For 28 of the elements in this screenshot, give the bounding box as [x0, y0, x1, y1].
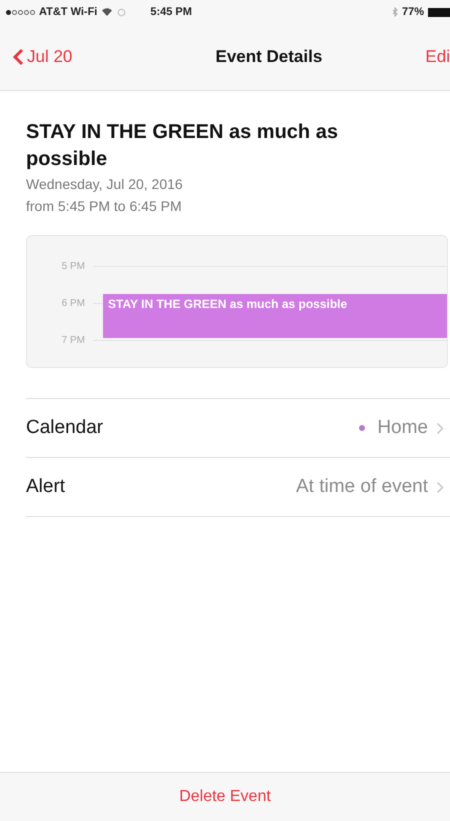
chevron-icon	[436, 422, 444, 434]
chevron-icon	[436, 480, 444, 494]
edit-button[interactable]: Edi	[425, 47, 450, 67]
row-value: At time of event	[296, 476, 428, 498]
event-date: Wednesday, Jul 20, 2016	[26, 175, 184, 194]
carrier-name: AT&T Wi-Fi	[39, 6, 98, 18]
event-title: STAY IN THE GREEN as much as possible	[26, 120, 339, 172]
row-value: Home	[377, 417, 428, 439]
signal-icon	[6, 10, 35, 14]
detail-row[interactable]: Calendar Home	[26, 399, 450, 458]
row-label: Calendar	[26, 417, 104, 439]
hour-label: 7 PM	[60, 335, 86, 346]
delete-event-button[interactable]: Delete Event	[173, 787, 277, 807]
bluetooth-icon	[392, 7, 398, 17]
detail-row[interactable]: Alert At time of event	[26, 458, 450, 517]
nav-title: Event Details	[216, 47, 322, 67]
status-time: 5:45 PM	[150, 6, 192, 18]
battery-icon	[428, 8, 450, 16]
hour-label: 6 PM	[60, 298, 86, 309]
row-label: Alert	[26, 476, 66, 498]
back-button[interactable]: Jul 20	[0, 47, 72, 67]
hour-label: 5 PM	[60, 261, 86, 272]
battery-percent: 77%	[402, 6, 424, 18]
sync-icon	[117, 8, 126, 16]
event-time-range: from 5:45 PM to 6:45 PM	[26, 197, 183, 216]
event-block[interactable]: STAY IN THE GREEN as much as possible	[103, 294, 447, 338]
back-chevron-icon	[12, 48, 24, 66]
wifi-icon	[101, 7, 114, 17]
